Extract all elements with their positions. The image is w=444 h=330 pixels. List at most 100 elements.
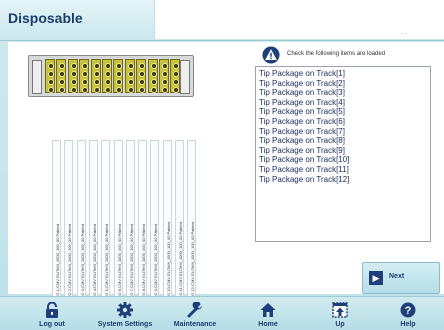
tip-hole-icon [93, 71, 100, 77]
tip-slot [56, 59, 67, 93]
tip-hole-icon [127, 63, 134, 69]
tip-hole-icon [70, 79, 77, 85]
system-settings-button[interactable]: System Settings [90, 297, 160, 330]
tip-hole-icon [162, 71, 168, 77]
track-label: EG 3-CMV ELITeM_1000_100_00 Patient [79, 223, 85, 298]
loaded-items-list[interactable]: Tip Package on Track[1] Tip Package on Tr… [255, 66, 431, 242]
list-item: Tip Package on Track[1] [259, 69, 345, 78]
track-label-strip: EG 5-CMV ELITeM_1000_100_00 Patient [101, 140, 111, 303]
tip-hole-icon [116, 79, 123, 85]
tip-hole-icon [93, 63, 100, 69]
header-bar: Disposable ⋅ ⋅ [0, 0, 444, 41]
warning-icon [262, 46, 280, 64]
gear-icon [117, 302, 133, 318]
tip-hole-icon [127, 79, 134, 85]
track-label: EG 1-CMV ELITeM_1000_100_00 Patient [55, 223, 60, 298]
tip-slot [147, 59, 158, 93]
tip-slot [67, 59, 78, 93]
track-label-strip: EG 11-CMV ELITeM_1000_100_00 Patient [175, 140, 184, 303]
tip-slot [124, 59, 135, 93]
track-label: EG 5-CMV ELITeM_1000_100_00 Patient [104, 223, 110, 298]
up-button[interactable]: Up [318, 297, 362, 330]
list-item: Tip Package on Track[12] [259, 174, 350, 184]
tip-slot [113, 59, 124, 93]
track-label-strip: EG 2-CMV ELITeM_1000_100_00 Patient [64, 140, 74, 303]
tip-slot [159, 59, 169, 93]
home-icon [260, 303, 276, 317]
tip-hole-icon [59, 79, 66, 85]
tip-hole-icon [173, 87, 180, 93]
track-label-strip: EG 9-CMV ELITeM_1000_100_00 Patient [150, 140, 160, 303]
maintenance-button[interactable]: Maintenance [166, 297, 224, 330]
tip-hole-icon [105, 71, 111, 77]
tip-hole-icon [105, 79, 111, 85]
tip-hole-icon [173, 79, 180, 85]
list-item: Tip Package on Track[10] [259, 155, 350, 165]
tip-hole-icon [127, 87, 134, 93]
track-label: EG 9-CMV ELITeM_1000_100_00 Patient [153, 223, 159, 298]
track-label: EG 12-CMV ELITeM_1000_100_00 Patient [190, 221, 196, 299]
tip-hole-icon [162, 63, 168, 69]
tip-hole-icon [93, 87, 100, 93]
tip-hole-icon [70, 63, 77, 69]
tip-hole-icon [162, 79, 168, 85]
maintenance-label: Maintenance [173, 321, 217, 328]
next-button[interactable]: ▶ Next [362, 262, 440, 294]
tip-hole-icon [82, 71, 89, 77]
track-label-strip: EG 1-CMV ELITeM_1000_100_00 Patient [52, 140, 61, 303]
help-button[interactable]: ? Help [386, 297, 430, 330]
page-title: Disposable [8, 10, 83, 26]
tip-slot [90, 59, 101, 93]
tip-hole-icon [93, 79, 100, 85]
track-label: EG 10-CMV ELITeM_1000_100_00 Patient [165, 221, 171, 299]
up-label: Up [335, 321, 345, 328]
svg-text:?: ? [405, 305, 412, 317]
system-settings-label: System Settings [97, 321, 153, 328]
tip-hole-icon [139, 87, 146, 93]
track-label: EG 4-CMV ELITeM_1000_100_00 Patient [91, 223, 97, 298]
track-label: EG 2-CMV ELITeM_1000_100_00 Patient [67, 223, 73, 298]
tip-hole-icon [116, 87, 123, 93]
logout-button[interactable]: Log out [22, 297, 82, 330]
track-label-strip: EG 7-CMV ELITeM_1000_100_00 Patient [125, 140, 135, 303]
tip-hole-icon [150, 63, 157, 69]
tip-hole-icon [48, 71, 54, 77]
list-item: Tip Package on Track[7] [259, 126, 345, 136]
play-arrow-icon: ▶ [369, 271, 383, 285]
list-item: Tip Package on Track[2] [259, 78, 345, 88]
logout-label: Log out [39, 321, 65, 328]
tip-hole-icon [127, 71, 134, 77]
track-label: EG 8-CMV ELITeM_1000_100_00 Patient [141, 223, 147, 298]
tip-hole-icon [82, 87, 89, 93]
list-item: Tip Package on Track[8] [259, 136, 345, 146]
tip-hole-icon [150, 87, 157, 93]
tip-slot [79, 59, 90, 93]
rack-end-right [180, 60, 190, 94]
home-label: Home [258, 321, 278, 328]
tip-hole-icon [150, 79, 157, 85]
tip-rack [28, 55, 194, 97]
tip-hole-icon [116, 71, 123, 77]
tip-hole-icon [139, 63, 146, 69]
tip-hole-icon [105, 63, 111, 69]
header-info-panel: ⋅ ⋅ [154, 0, 444, 39]
tip-slot [45, 59, 55, 93]
track-label-strip: EG 12-CMV ELITeM_1000_100_00 Patient [187, 140, 197, 303]
list-item: Tip Package on Track[11] [259, 164, 349, 174]
tip-slot [170, 59, 181, 93]
list-item: Tip Package on Track[6] [259, 116, 345, 126]
tip-hole-icon [48, 79, 54, 85]
track-label-strip: EG 4-CMV ELITeM_1000_100_00 Patient [88, 140, 98, 303]
header-indicator-icon: ⋅ ⋅ [400, 31, 407, 38]
track-label-strip: EG 8-CMV ELITeM_1000_100_00 Patient [138, 140, 148, 303]
tip-hole-icon [82, 63, 89, 69]
tip-hole-icon [150, 71, 157, 77]
help-icon: ? [400, 302, 416, 318]
tip-hole-icon [82, 79, 89, 85]
home-button[interactable]: Home [246, 297, 290, 330]
tip-hole-icon [59, 63, 66, 69]
tip-hole-icon [173, 63, 180, 69]
tip-hole-icon [59, 71, 66, 77]
track-label-strip: EG 3-CMV ELITeM_1000_100_00 Patient [76, 140, 86, 303]
track-label-strip: EG 6-CMV ELITeM_1000_100_00 Patient [113, 140, 123, 303]
